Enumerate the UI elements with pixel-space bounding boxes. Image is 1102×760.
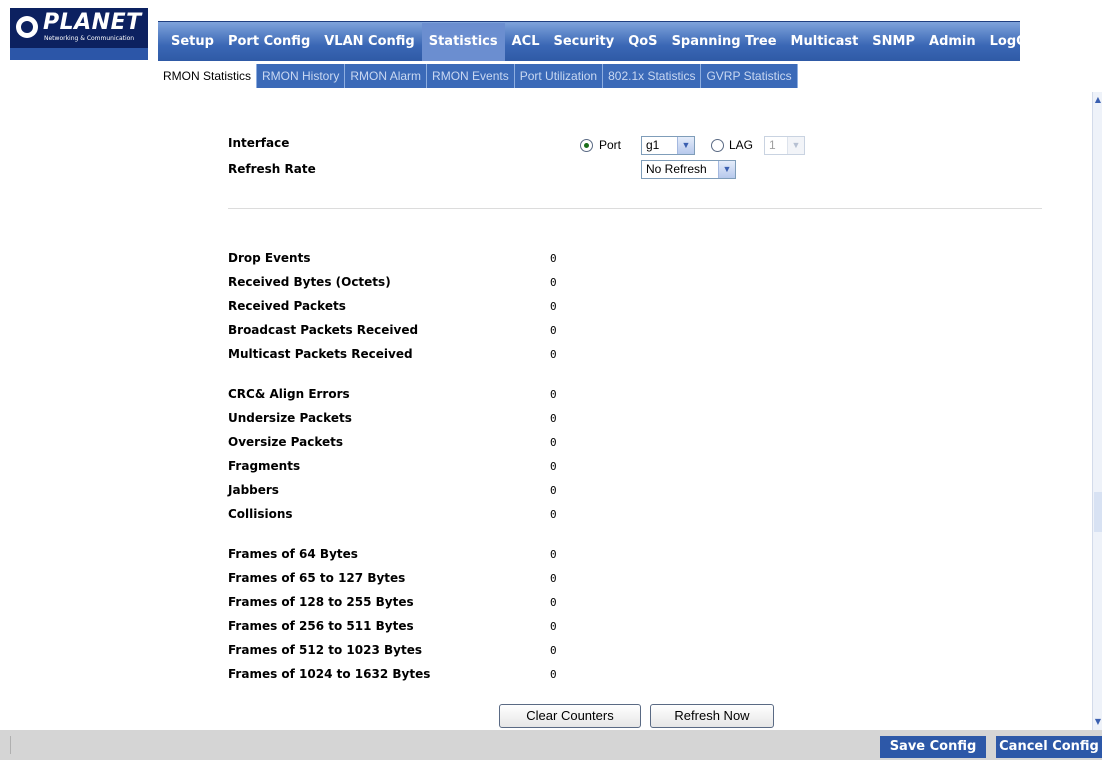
- stat-label: Frames of 256 to 511 Bytes: [228, 619, 414, 633]
- nav-item-security[interactable]: Security: [547, 23, 622, 61]
- save-config-button[interactable]: Save Config: [880, 736, 986, 758]
- port-select-value: g1: [646, 138, 660, 152]
- nav-item-multicast[interactable]: Multicast: [784, 23, 866, 61]
- chevron-down-icon: ▼: [718, 161, 735, 178]
- lag-radio-label: LAG: [729, 138, 754, 152]
- refresh-rate-select[interactable]: No Refresh ▼: [641, 160, 736, 179]
- stat-label: Collisions: [228, 507, 293, 521]
- stat-label: Undersize Packets: [228, 411, 352, 425]
- stat-label: Frames of 1024 to 1632 Bytes: [228, 667, 431, 681]
- tab-rmon-events[interactable]: RMON Events: [427, 64, 515, 88]
- interface-label: Interface: [228, 136, 290, 150]
- cancel-config-button[interactable]: Cancel Config: [996, 736, 1102, 758]
- stat-label: Drop Events: [228, 251, 311, 265]
- tab-rmon-alarm[interactable]: RMON Alarm: [345, 64, 428, 88]
- port-radio[interactable]: [580, 139, 593, 152]
- port-select[interactable]: g1 ▼: [641, 136, 695, 155]
- stat-value: 0: [550, 436, 557, 449]
- stat-label: Frames of 128 to 255 Bytes: [228, 595, 414, 609]
- stat-label: Frames of 64 Bytes: [228, 547, 358, 561]
- stat-label: Multicast Packets Received: [228, 347, 413, 361]
- stat-value: 0: [550, 276, 557, 289]
- scroll-thumb[interactable]: [1094, 492, 1102, 532]
- stat-label: Broadcast Packets Received: [228, 323, 419, 337]
- stat-value: 0: [550, 252, 557, 265]
- nav-item-snmp[interactable]: SNMP: [865, 23, 922, 61]
- content-area: Interface Port g1 ▼ LAG 1 ▼ Refresh Rate…: [10, 92, 1092, 730]
- stat-value: 0: [550, 620, 557, 633]
- refresh-rate-label: Refresh Rate: [228, 162, 316, 176]
- lag-radio[interactable]: [711, 139, 724, 152]
- logo-stripe: [10, 48, 148, 60]
- logo-text: PLANET: [43, 10, 142, 35]
- chevron-down-icon: ▼: [787, 137, 804, 154]
- nav-item-vlan-config[interactable]: VLAN Config: [317, 23, 421, 61]
- stat-value: 0: [550, 484, 557, 497]
- tab-gvrp-statistics[interactable]: GVRP Statistics: [701, 64, 798, 88]
- logo-subtitle: Networking & Communication: [44, 35, 135, 42]
- header: PLANET Networking & Communication Setup P…: [0, 0, 1102, 92]
- vertical-scrollbar[interactable]: ▲ ▼: [1092, 92, 1102, 730]
- stat-value: 0: [550, 324, 557, 337]
- stat-value: 0: [550, 300, 557, 313]
- nav-item-qos[interactable]: QoS: [621, 23, 664, 61]
- refresh-now-button[interactable]: Refresh Now: [650, 704, 774, 728]
- stat-label: Frames of 65 to 127 Bytes: [228, 571, 406, 585]
- stat-value: 0: [550, 572, 557, 585]
- planet-logo: PLANET Networking & Communication: [10, 8, 148, 48]
- stat-label: Jabbers: [228, 483, 279, 497]
- stat-value: 0: [550, 508, 557, 521]
- stat-value: 0: [550, 644, 557, 657]
- stat-value: 0: [550, 348, 557, 361]
- nav-item-acl[interactable]: ACL: [505, 23, 547, 61]
- stat-value: 0: [550, 668, 557, 681]
- nav-item-statistics[interactable]: Statistics: [421, 22, 505, 61]
- stat-label: Received Packets: [228, 299, 346, 313]
- clear-counters-button[interactable]: Clear Counters: [499, 704, 641, 728]
- footer-bar: Save Config Cancel Config: [0, 730, 1102, 760]
- scroll-up-icon[interactable]: ▲: [1093, 92, 1102, 108]
- port-radio-label: Port: [599, 138, 622, 152]
- nav-item-port-config[interactable]: Port Config: [221, 23, 317, 61]
- tab-rmon-history[interactable]: RMON History: [257, 64, 346, 88]
- stat-label: Fragments: [228, 459, 301, 473]
- nav-item-logout[interactable]: LogOut: [983, 23, 1050, 61]
- tab-802-1x-statistics[interactable]: 802.1x Statistics: [603, 64, 702, 88]
- nav-item-setup[interactable]: Setup: [164, 23, 221, 61]
- lag-select[interactable]: 1 ▼: [764, 136, 805, 155]
- chevron-down-icon: ▼: [677, 137, 694, 154]
- scroll-down-icon[interactable]: ▼: [1093, 714, 1102, 730]
- footer-divider: [10, 736, 11, 754]
- lag-select-value: 1: [769, 138, 776, 152]
- nav-item-admin[interactable]: Admin: [922, 23, 983, 61]
- stat-label: Received Bytes (Octets): [228, 275, 391, 289]
- nav-item-spanning-tree[interactable]: Spanning Tree: [665, 23, 784, 61]
- divider: [228, 208, 1042, 209]
- stat-value: 0: [550, 412, 557, 425]
- main-nav: Setup Port Config VLAN Config Statistics ACL…: [158, 21, 1043, 61]
- planet-logo-icon: [16, 16, 38, 38]
- tab-rmon-statistics[interactable]: RMON Statistics: [158, 64, 258, 88]
- stat-value: 0: [550, 460, 557, 473]
- stat-value: 0: [550, 388, 557, 401]
- stat-label: Frames of 512 to 1023 Bytes: [228, 643, 422, 657]
- refresh-rate-value: No Refresh: [646, 162, 707, 176]
- stat-value: 0: [550, 548, 557, 561]
- sub-nav: RMON Statistics RMON History RMON Alarm RMO…: [158, 64, 798, 88]
- stat-label: CRC& Align Errors: [228, 387, 350, 401]
- stat-value: 0: [550, 596, 557, 609]
- stat-label: Oversize Packets: [228, 435, 343, 449]
- tab-port-utilization[interactable]: Port Utilization: [515, 64, 604, 88]
